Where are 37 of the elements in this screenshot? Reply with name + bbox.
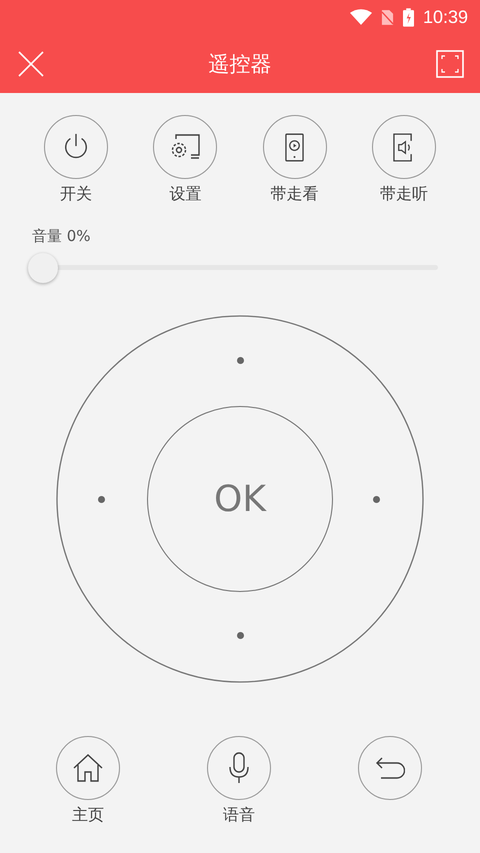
power-button[interactable] [44,115,108,179]
back-arrow-icon [375,757,405,779]
fullscreen-button[interactable] [436,50,464,78]
volume-slider[interactable] [28,252,438,284]
home-button[interactable] [56,736,120,800]
button-label: 设置 [169,184,202,205]
status-time: 10:39 [422,7,468,28]
listen-button[interactable] [372,115,436,179]
microphone-icon [229,752,249,784]
settings-button[interactable] [153,115,218,179]
down-button[interactable] [236,632,244,639]
watch-button[interactable] [262,115,327,179]
fullscreen-icon [436,50,464,78]
button-label: 主页 [72,805,104,826]
page-title: 遥控器 [208,51,272,78]
button-label: 开关 [60,184,92,205]
slider-thumb[interactable] [28,253,58,283]
back-button[interactable] [358,736,422,800]
home-icon [73,754,103,782]
button-label: 带走听 [380,184,428,205]
wifi-icon [350,9,372,26]
button-label: 语音 [223,805,255,826]
power-icon [62,133,90,161]
phone-play-icon [285,132,304,162]
gear-monitor-icon [169,133,202,161]
left-button[interactable] [98,496,105,502]
battery-icon [402,8,414,27]
phone-speaker-icon [393,132,414,162]
no-sim-icon [380,9,394,26]
right-button[interactable] [373,496,380,502]
close-button[interactable] [18,51,44,77]
volume-label: 音量 0% [32,227,92,246]
ok-button[interactable]: OK [147,406,333,592]
button-label: 带走看 [270,184,319,205]
up-button[interactable] [236,357,244,364]
close-icon [18,51,44,77]
voice-button[interactable] [207,736,271,800]
